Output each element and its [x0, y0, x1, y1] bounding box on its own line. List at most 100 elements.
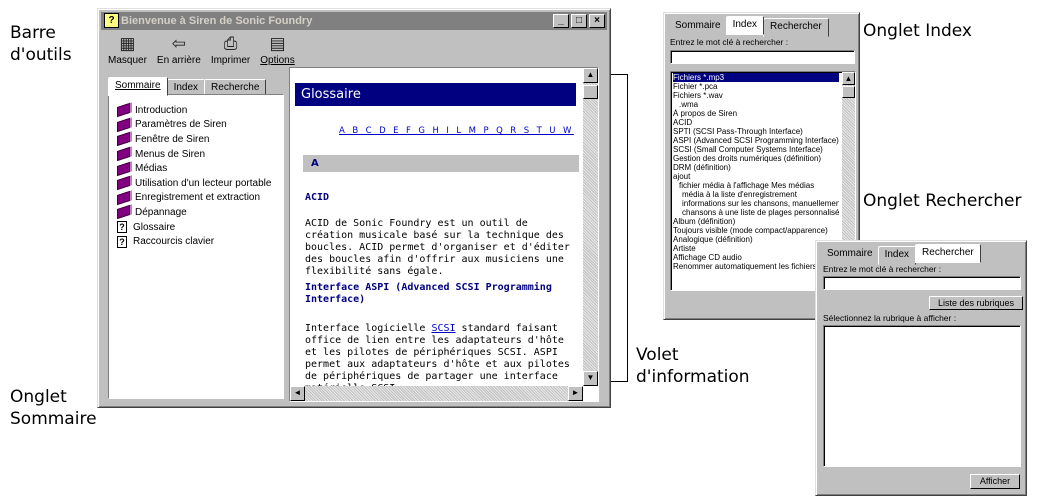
paragraph-acid: ACID de Sonic Foundry est un outil de cr…: [305, 218, 570, 277]
callout-contents-tab: Onglet Sommaire: [10, 387, 97, 429]
tree-item[interactable]: ? Glossaire: [117, 220, 271, 235]
scroll-right-button[interactable]: ►: [568, 386, 583, 401]
index-list-item[interactable]: Fichiers *.mp3: [673, 73, 839, 82]
paragraph-aspi: Interface logicielle SCSI standard faisa…: [305, 323, 570, 394]
scroll-down-button[interactable]: ▼: [583, 371, 598, 386]
bracket-bottom: [611, 381, 628, 382]
tree-item-label: Menus de Siren: [135, 148, 206, 160]
horizontal-scrollbar[interactable]: ◄ ►: [290, 386, 583, 401]
display-button[interactable]: Afficher: [970, 474, 1020, 489]
search-tab-index[interactable]: Index: [877, 246, 917, 265]
index-list-item[interactable]: ajout: [673, 172, 839, 181]
index-list-item[interactable]: Album (définition): [673, 217, 839, 226]
tree-item[interactable]: Introduction: [117, 103, 271, 118]
tree-item[interactable]: Paramètres de Siren: [117, 117, 271, 133]
index-prompt: Entrez le mot clé à rechercher :: [670, 37, 789, 47]
index-list-item[interactable]: informations sur les chansons, manuellem…: [673, 199, 839, 208]
scroll-up-button[interactable]: ▲: [583, 68, 598, 83]
index-tab-index[interactable]: Index: [725, 16, 765, 35]
hide-button[interactable]: ▦ Masquer: [104, 33, 151, 73]
index-list-item[interactable]: SCSI (Small Computer Systems Interface): [673, 145, 839, 154]
title-bar[interactable]: ? Bienvenue à Siren de Sonic Foundry _ □…: [101, 12, 607, 30]
book-icon: [117, 132, 130, 147]
close-button[interactable]: ×: [589, 14, 605, 28]
tree-item[interactable]: Fenêtre de Siren: [117, 132, 271, 147]
tree-item-label: Dépannage: [135, 206, 187, 218]
tree-item[interactable]: Utilisation d'un lecteur portable: [117, 176, 271, 191]
callout-info-pane: Volet d'information: [636, 345, 750, 387]
index-tab-contents[interactable]: Sommaire: [669, 18, 727, 37]
tree-item-label: Fenêtre de Siren: [135, 133, 210, 145]
callout-search-tab: Onglet Rechercher: [863, 191, 1022, 211]
index-list-item[interactable]: Fichiers *.wav: [673, 91, 839, 100]
index-keyword-input[interactable]: [670, 50, 855, 64]
index-list-item[interactable]: Toujours visible (mode compact/apparence…: [673, 226, 839, 235]
tab-contents[interactable]: Sommaire: [108, 77, 168, 96]
book-icon: [117, 176, 130, 191]
scroll-left-button[interactable]: ◄: [290, 386, 305, 401]
back-arrow-icon: ⇦: [171, 34, 186, 53]
toolbar: ▦ Masquer ⇦ En arrière ⎙ Imprimer ▤ Options: [104, 33, 299, 73]
tree-item[interactable]: Dépannage: [117, 205, 271, 220]
index-list-item[interactable]: ACID: [673, 118, 839, 127]
index-tab-search[interactable]: Rechercher: [763, 18, 829, 37]
index-scroll-thumb[interactable]: [842, 86, 855, 98]
options-icon: ▤: [269, 34, 286, 53]
help-icon: ?: [104, 13, 119, 28]
index-list-item[interactable]: fichier média à l'affichage Mes médias: [673, 181, 839, 190]
search-tab-search[interactable]: Rechercher: [915, 244, 981, 263]
topic-list[interactable]: [823, 325, 1021, 467]
minimize-button[interactable]: _: [553, 14, 569, 28]
search-keyword-input[interactable]: [823, 276, 1021, 290]
help-page-icon: ?: [117, 235, 127, 248]
book-icon: [117, 103, 130, 118]
scroll-thumb[interactable]: [583, 85, 598, 99]
tree-item-label: Raccourcis clavier: [133, 236, 215, 248]
index-list-item[interactable]: chansons à une liste de plages personnal…: [673, 208, 839, 217]
index-list-item[interactable]: À propos de Siren: [673, 109, 839, 118]
scsi-link[interactable]: SCSI: [431, 323, 455, 334]
index-tabs: Sommaire Index Rechercher: [669, 16, 829, 37]
book-icon: [117, 146, 130, 162]
tree-item[interactable]: Menus de Siren: [117, 146, 271, 162]
search-panel: Sommaire Index Rechercher Entrez le mot …: [815, 240, 1027, 496]
printer-icon: ⎙: [223, 34, 238, 53]
index-list-item[interactable]: DRM (définition): [673, 163, 839, 172]
hide-icon: ▦: [119, 34, 136, 53]
tree-item-label: Médias: [135, 163, 168, 175]
maximize-button[interactable]: □: [571, 14, 587, 28]
index-scroll-up[interactable]: ▲: [842, 72, 855, 85]
vertical-scrollbar[interactable]: ▲ ▼: [583, 68, 598, 386]
index-list-item[interactable]: ASPI (Advanced SCSI Programming Interfac…: [673, 136, 839, 145]
tree-item[interactable]: ? Raccourcis clavier: [117, 234, 271, 249]
tree-item-label: Introduction: [135, 104, 188, 116]
index-list-item[interactable]: Fichier *.pca: [673, 82, 839, 91]
tree-item-label: Paramètres de Siren: [135, 119, 227, 131]
book-icon: [117, 190, 130, 205]
select-topic-label: Sélectionnez la rubrique à afficher :: [823, 313, 957, 323]
tree-item[interactable]: Enregistrement et extraction: [117, 190, 271, 206]
tree-item-label: Enregistrement et extraction: [135, 192, 261, 204]
search-tabs: Sommaire Index Rechercher: [821, 244, 981, 265]
book-icon: [117, 117, 130, 133]
index-list-item[interactable]: .wma: [673, 100, 839, 109]
print-button[interactable]: ⎙ Imprimer: [207, 33, 254, 73]
index-list-item[interactable]: média à la liste d'enregistrement: [673, 190, 839, 199]
list-topics-button[interactable]: Liste des rubriques: [929, 296, 1023, 310]
help-window: ? Bienvenue à Siren de Sonic Foundry _ □…: [97, 8, 611, 408]
help-page-icon: ?: [117, 221, 127, 234]
term-aspi: Interface ASPI (Advanced SCSI Programmin…: [305, 282, 552, 305]
search-tab-contents[interactable]: Sommaire: [821, 246, 879, 265]
term-acid: ACID: [305, 192, 330, 203]
index-list-item[interactable]: SPTI (SCSI Pass-Through Interface): [673, 127, 839, 136]
alphabet-links[interactable]: A B C D E F G H I L M P Q R S T U W: [339, 126, 574, 136]
callout-index-tab: Onglet Index: [863, 21, 972, 41]
back-button[interactable]: ⇦ En arrière: [153, 33, 205, 73]
info-pane: Glossaire A B C D E F G H I L M P Q R S …: [289, 67, 599, 402]
callout-toolbar: Barre d'outils: [10, 23, 72, 65]
tree-item[interactable]: Médias: [117, 161, 271, 176]
index-list-item[interactable]: Gestion des droits numériques (définitio…: [673, 154, 839, 163]
book-icon: [117, 161, 130, 176]
window-title: Bienvenue à Siren de Sonic Foundry: [121, 15, 313, 27]
bracket-vertical: [627, 74, 628, 382]
